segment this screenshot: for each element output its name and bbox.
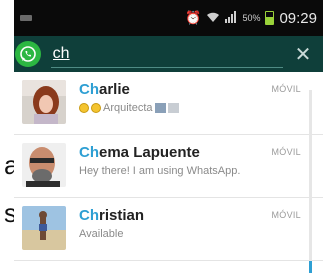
scrollbar-thumb[interactable] <box>309 261 312 273</box>
phone-type: MÓVIL <box>271 210 301 220</box>
wifi-icon <box>206 11 220 26</box>
whatsapp-logo-icon[interactable] <box>14 41 41 67</box>
status-bar-left <box>20 15 185 21</box>
scrollbar-track[interactable] <box>309 90 312 270</box>
contact-status: Arquitecta <box>79 102 323 114</box>
smiley-icon <box>91 103 101 113</box>
phone-type: MÓVIL <box>271 84 301 94</box>
name-match: Ch <box>79 81 99 98</box>
avatar <box>22 80 66 124</box>
signal-icon <box>225 10 237 26</box>
clock: 09:29 <box>279 9 317 27</box>
notification-icon <box>20 15 32 21</box>
phone-type: MÓVIL <box>271 147 301 157</box>
screenshot: a s ⏰ 50% 09:29 ‹ <box>0 0 323 275</box>
status-text: Arquitecta <box>103 102 153 114</box>
name-match: Ch <box>79 207 99 224</box>
battery-icon <box>265 11 275 25</box>
building-icon <box>154 103 166 113</box>
contact-status: Hey there! I am using WhatsApp. <box>79 165 323 177</box>
status-bar-right: ⏰ 50% 09:29 <box>185 10 317 27</box>
contact-status: Available <box>79 228 323 240</box>
contact-row-christian[interactable]: Christian Available MÓVIL <box>14 198 323 261</box>
contact-info: Chema Lapuente Hey there! I am using Wha… <box>79 143 323 177</box>
action-bar: ‹ ✕ <box>14 36 323 72</box>
status-bar: ⏰ 50% 09:29 <box>14 0 323 36</box>
contact-row-charlie[interactable]: Charlie Arquitecta MÓVIL <box>14 72 323 135</box>
contact-info: Charlie Arquitecta MÓVIL <box>79 80 323 114</box>
phone-screen: ⏰ 50% 09:29 ‹ <box>14 0 323 275</box>
clear-icon[interactable]: ✕ <box>289 40 317 68</box>
contact-list: Charlie Arquitecta MÓVIL Chema Lapuente … <box>14 72 323 261</box>
avatar <box>22 143 66 187</box>
house-icon <box>167 103 179 113</box>
contact-info: Christian Available MÓVIL <box>79 206 323 240</box>
name-rest: ema Lapuente <box>99 144 200 161</box>
smiley-icon <box>79 103 89 113</box>
name-match: Ch <box>79 144 99 161</box>
avatar <box>22 206 66 250</box>
status-text: Hey there! I am using WhatsApp. <box>79 165 241 177</box>
battery-percent: 50% <box>242 13 261 23</box>
search-field[interactable] <box>50 42 289 68</box>
status-text: Available <box>79 228 124 240</box>
contact-row-chema-lapuente[interactable]: Chema Lapuente Hey there! I am using Wha… <box>14 135 323 198</box>
alarm-icon: ⏰ <box>185 10 202 25</box>
name-rest: arlie <box>99 81 130 98</box>
search-underline <box>50 67 283 68</box>
name-rest: ristian <box>99 207 145 224</box>
search-input[interactable] <box>50 45 289 63</box>
